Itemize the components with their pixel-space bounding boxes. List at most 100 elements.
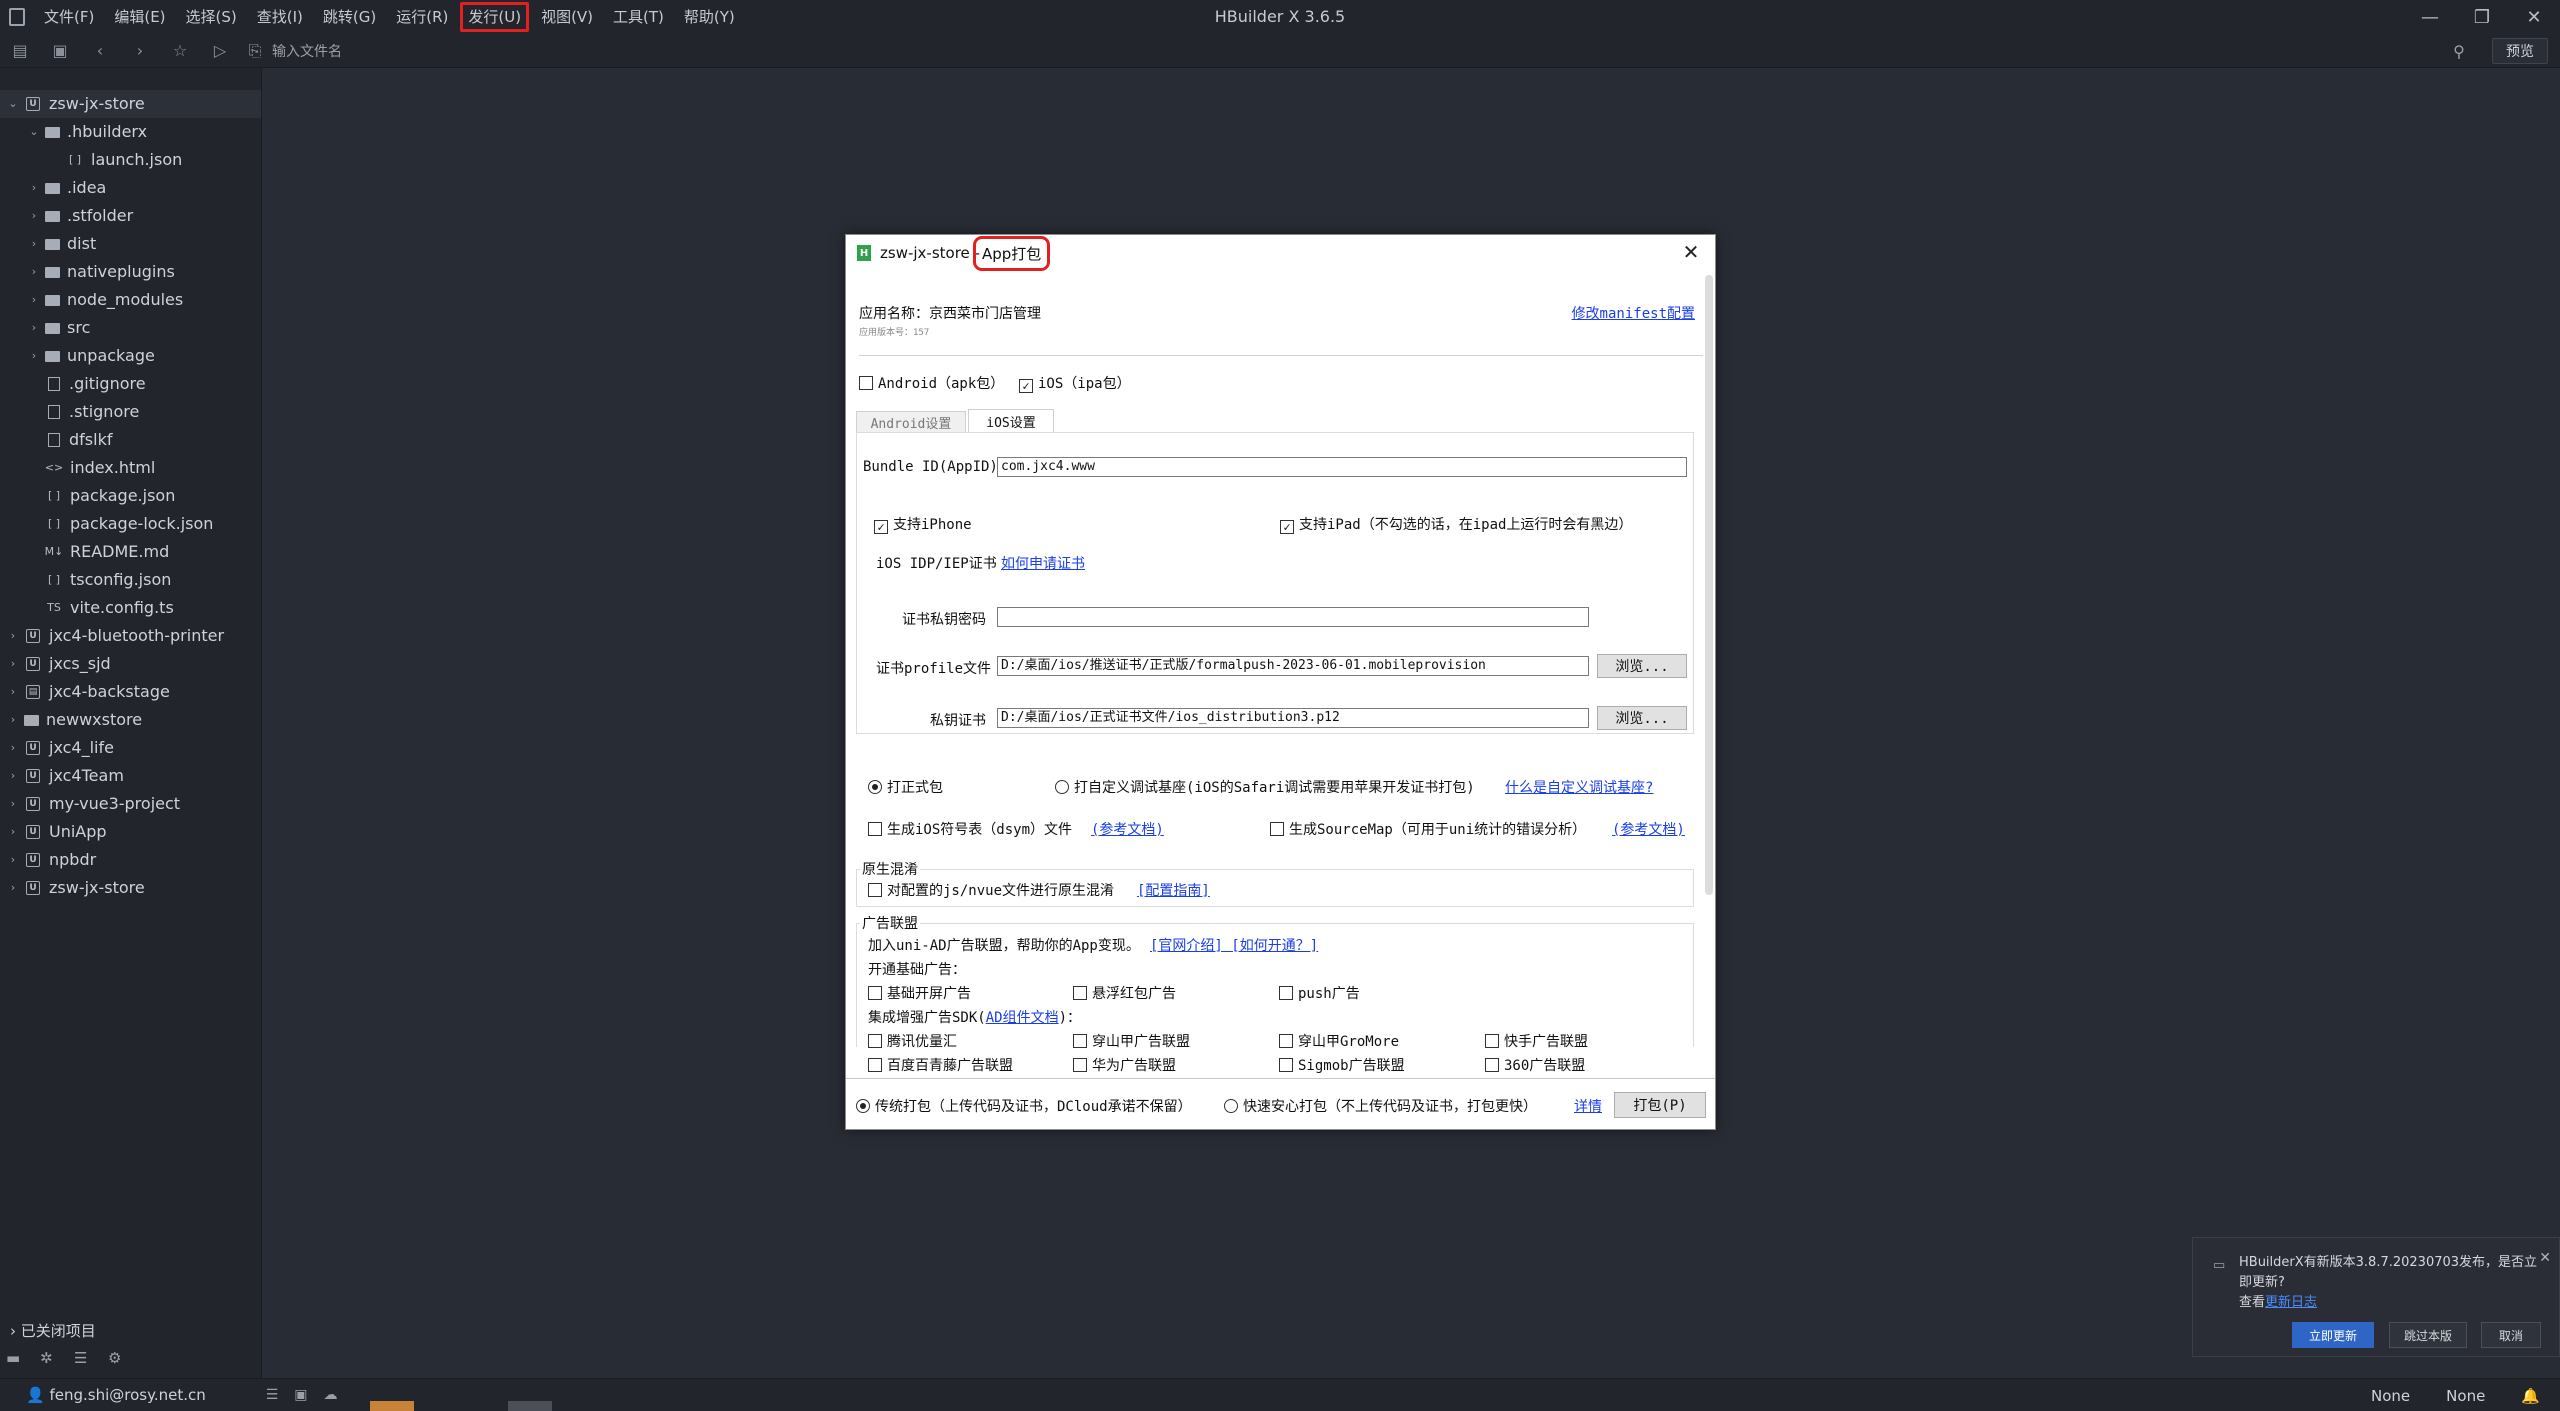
preview-button[interactable]: 预览: [2492, 38, 2548, 64]
ios-checkbox[interactable]: ✓ iOS（ipa包）: [1019, 373, 1131, 393]
chevron-right-icon[interactable]: ›: [6, 874, 20, 902]
chevron-right-icon[interactable]: ›: [6, 790, 20, 818]
tree-item[interactable]: › src: [0, 314, 261, 342]
chevron-right-icon[interactable]: ›: [27, 286, 41, 314]
tree-item[interactable]: › ▤ jxc4-backstage: [0, 678, 261, 706]
custom-base-help-link[interactable]: 什么是自定义调试基座?: [1505, 777, 1653, 797]
chevron-right-icon[interactable]: ›: [6, 706, 20, 734]
skip-version-button[interactable]: 跳过本版: [2389, 1322, 2467, 1348]
tree-item[interactable]: › Uzsw-jx-store: [0, 874, 261, 902]
chevron-right-icon[interactable]: ›: [27, 342, 41, 370]
file-name-input[interactable]: 输入文件名: [272, 41, 342, 61]
chevron-right-icon[interactable]: ›: [27, 230, 41, 258]
menu-item[interactable]: 选择(S): [176, 0, 247, 34]
tree-item[interactable]: › U UniApp: [0, 818, 261, 846]
ad-option-checkbox[interactable]: 华为广告联盟: [1073, 1055, 1176, 1075]
image-icon[interactable]: ▣: [294, 1387, 307, 1403]
star-icon[interactable]: ☆: [160, 34, 200, 68]
search-files-icon[interactable]: ☰: [74, 1349, 108, 1367]
chevron-right-icon[interactable]: ›: [6, 818, 20, 846]
ad-intro-link[interactable]: [官网介绍] [如何开通？]: [1150, 935, 1318, 955]
close-icon[interactable]: ✕: [1679, 240, 1703, 264]
chevron-down-icon[interactable]: ⌄: [27, 118, 41, 146]
save-icon[interactable]: ▣: [40, 34, 80, 68]
encoding-status[interactable]: None: [2371, 1387, 2410, 1405]
minimize-icon[interactable]: —: [2404, 0, 2456, 34]
bundle-id-input[interactable]: com.jxc4.www: [997, 457, 1687, 477]
tab-android-settings[interactable]: Android设置: [856, 411, 966, 433]
update-now-button[interactable]: 立即更新: [2292, 1322, 2374, 1348]
ad-option-checkbox[interactable]: 腾讯优量汇: [868, 1031, 957, 1051]
tree-item[interactable]: › Umy-vue3-project: [0, 790, 261, 818]
chevron-right-icon[interactable]: ›: [27, 258, 41, 286]
close-icon[interactable]: ✕: [2539, 1250, 2551, 1266]
ad-option-checkbox[interactable]: 快手广告联盟: [1485, 1031, 1588, 1051]
profile-input[interactable]: D:/桌面/ios/推送证书/正式版/formalpush-2023-06-01…: [997, 656, 1589, 676]
restore-icon[interactable]: ❐: [2456, 0, 2508, 34]
run-icon[interactable]: ▷: [200, 34, 240, 68]
ad-option-checkbox[interactable]: 基础开屏广告: [868, 983, 971, 1003]
private-cert-input[interactable]: D:/桌面/ios/正式证书文件/ios_distribution3.p12: [997, 708, 1589, 728]
safe-pack-radio[interactable]: 快速安心打包（不上传代码及证书，打包更快）: [1224, 1096, 1537, 1116]
tree-item[interactable]: › .idea: [0, 174, 261, 202]
traditional-pack-radio[interactable]: 传统打包（上传代码及证书，DCloud承诺不保留）: [856, 1096, 1192, 1116]
tree-item[interactable]: › Ujxc4_life: [0, 734, 261, 762]
tree-item[interactable]: .stignore: [0, 398, 261, 426]
language-status[interactable]: None: [2446, 1387, 2485, 1405]
new-file-icon[interactable]: ▤: [0, 34, 40, 68]
menu-item[interactable]: 运行(R): [386, 0, 458, 34]
tree-item[interactable]: › Ujxcs_sjd: [0, 650, 261, 678]
folder-icon[interactable]: ▬: [6, 1349, 40, 1367]
tab-ios-settings[interactable]: iOS设置: [968, 409, 1054, 433]
cert-password-input[interactable]: [997, 607, 1589, 627]
menu-item[interactable]: 编辑(E): [104, 0, 175, 34]
chevron-down-icon[interactable]: ⌄: [6, 90, 20, 118]
obfuscation-guide-link[interactable]: [配置指南]: [1137, 880, 1210, 900]
tree-item[interactable]: › newwxstore: [0, 706, 261, 734]
ad-option-checkbox[interactable]: 360广告联盟: [1485, 1055, 1585, 1075]
debug-icon[interactable]: ✲: [40, 1349, 74, 1367]
pack-button[interactable]: 打包(P): [1614, 1092, 1706, 1118]
tree-item[interactable]: [ ] tsconfig.json: [0, 566, 261, 594]
tree-item[interactable]: › dist: [0, 230, 261, 258]
list-icon[interactable]: ☰: [266, 1387, 279, 1403]
forward-icon[interactable]: ›: [120, 34, 160, 68]
chevron-right-icon[interactable]: ›: [6, 650, 20, 678]
ad-option-checkbox[interactable]: 穿山甲GroMore: [1279, 1031, 1399, 1051]
tree-item[interactable]: › .stfolder: [0, 202, 261, 230]
android-checkbox[interactable]: Android（apk包）: [859, 373, 1004, 393]
cancel-button[interactable]: 取消: [2481, 1322, 2541, 1348]
tree-item[interactable]: ⌄ Uzsw-jx-store: [0, 90, 261, 118]
chevron-right-icon[interactable]: ›: [27, 314, 41, 342]
sourcemap-checkbox[interactable]: 生成SourceMap（可用于uni统计的错误分析）: [1270, 819, 1586, 839]
tree-item[interactable]: TS vite.config.ts: [0, 594, 261, 622]
ad-option-checkbox[interactable]: Sigmob广告联盟: [1279, 1055, 1405, 1075]
back-icon[interactable]: ‹: [80, 34, 120, 68]
tree-item[interactable]: dfslkf: [0, 426, 261, 454]
dsym-checkbox[interactable]: 生成iOS符号表（dsym）文件: [868, 819, 1072, 839]
user-account[interactable]: 👤 feng.shi@rosy.net.cn: [26, 1386, 206, 1404]
menu-item[interactable]: 发行(U): [458, 0, 531, 34]
cert-help-link[interactable]: 如何申请证书: [1001, 553, 1085, 573]
closed-projects[interactable]: › 已关闭项目: [0, 1318, 262, 1344]
changelog-link[interactable]: 更新日志: [2265, 1295, 2317, 1310]
close-window-icon[interactable]: ✕: [2508, 0, 2560, 34]
tree-item[interactable]: <> index.html: [0, 454, 261, 482]
menu-item[interactable]: 工具(T): [603, 0, 674, 34]
ad-option-checkbox[interactable]: 悬浮红包广告: [1073, 983, 1176, 1003]
custom-base-radio[interactable]: 打自定义调试基座(iOS的Safari调试需要用苹果开发证书打包): [1055, 777, 1475, 797]
menu-item[interactable]: 视图(V): [531, 0, 603, 34]
tree-item[interactable]: › Unpbdr: [0, 846, 261, 874]
tree-item[interactable]: [ ] package.json: [0, 482, 261, 510]
tree-item[interactable]: [ ] package-lock.json: [0, 510, 261, 538]
menu-item[interactable]: 跳转(G): [313, 0, 386, 34]
menu-item[interactable]: 文件(F): [34, 0, 104, 34]
sourcemap-doc-link[interactable]: (参考文档): [1612, 819, 1685, 839]
support-iphone-checkbox[interactable]: ✓ 支持iPhone: [874, 514, 972, 534]
tree-item[interactable]: M↓ README.md: [0, 538, 261, 566]
dialog-scrollbar[interactable]: [1705, 275, 1713, 895]
tree-item[interactable]: › unpackage: [0, 342, 261, 370]
tree-item[interactable]: ⌄ .hbuilderx: [0, 118, 261, 146]
menu-item[interactable]: 查找(I): [247, 0, 313, 34]
ad-sdk-doc-link[interactable]: AD组件文档: [986, 1010, 1059, 1026]
